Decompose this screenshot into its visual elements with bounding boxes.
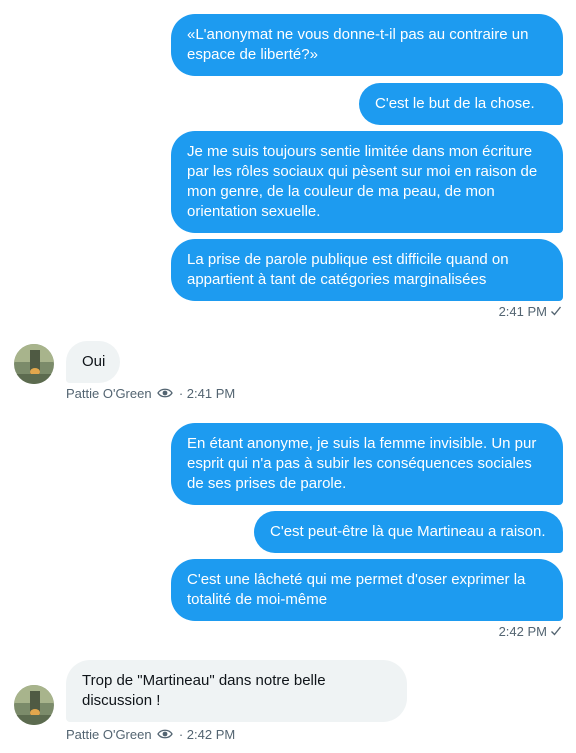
timestamp-text: 2:41 PM — [498, 304, 547, 319]
message-bubble-outgoing[interactable]: Je me suis toujours sentie limitée dans … — [171, 131, 563, 233]
timestamp-text: · 2:41 PM — [178, 386, 236, 401]
message-bubble-outgoing[interactable]: La prise de parole publique est difficil… — [171, 239, 563, 301]
message-bubble-outgoing[interactable]: En étant anonyme, je suis la femme invis… — [171, 423, 563, 505]
message-bubble-outgoing[interactable]: C'est une lâcheté qui me permet d'oser e… — [171, 559, 563, 621]
message-timestamp: 2:41 PM — [499, 304, 562, 320]
message-sender-meta: Pattie O'Green · 2:41 PM — [66, 386, 235, 402]
avatar[interactable] — [14, 685, 54, 725]
message-bubble-outgoing[interactable]: C'est le but de la chose. — [359, 83, 563, 125]
check-icon — [551, 306, 562, 316]
message-bubble-outgoing[interactable]: C'est peut-être là que Martineau a raiso… — [254, 511, 563, 553]
message-timestamp: 2:42 PM — [499, 624, 562, 640]
avatar-image — [14, 685, 54, 725]
message-bubble-outgoing[interactable]: «L'anonymat ne vous donne-t-il pas au co… — [171, 14, 563, 76]
timestamp-text: · 2:42 PM — [178, 727, 236, 742]
sender-name[interactable]: Pattie O'Green — [66, 727, 152, 742]
message-bubble-incoming[interactable]: Trop de "Martineau" dans notre belle dis… — [66, 660, 407, 722]
message-sender-meta: Pattie O'Green · 2:42 PM — [66, 727, 235, 743]
eye-icon — [157, 729, 173, 739]
check-icon — [551, 626, 562, 636]
avatar-image — [14, 344, 54, 384]
message-bubble-incoming[interactable]: Oui — [66, 341, 120, 383]
timestamp-text: 2:42 PM — [498, 624, 547, 639]
eye-icon — [157, 388, 173, 398]
avatar[interactable] — [14, 344, 54, 384]
sender-name[interactable]: Pattie O'Green — [66, 386, 152, 401]
